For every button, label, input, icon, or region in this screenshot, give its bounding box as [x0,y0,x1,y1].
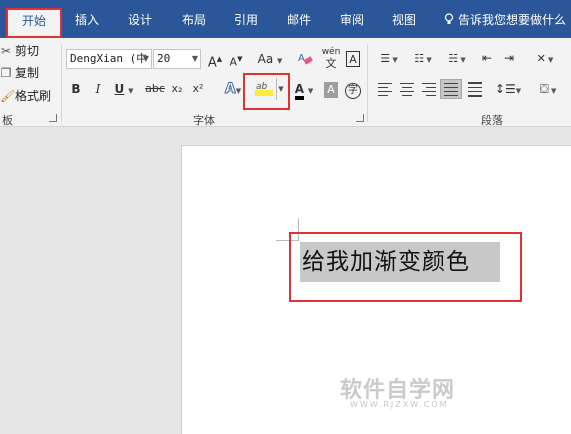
shrink-font-button[interactable]: A▼ [227,49,245,69]
copy-button[interactable]: ❐ 复制 [0,64,39,82]
cut-button[interactable]: ✂ 剪切 [0,42,39,60]
bullets-icon: ☰ [380,52,391,65]
tell-me-box[interactable]: 告诉我您想要做什么 [444,8,566,32]
highlight-dropdown[interactable]: ▼ [276,78,285,100]
eraser-icon: A [298,53,313,65]
tab-design[interactable]: 设计 [120,8,160,32]
tab-insert[interactable]: 插入 [67,8,107,32]
character-shading-button[interactable]: A [323,79,339,99]
shaded-a-icon: A [324,82,338,98]
strikethrough-button[interactable]: abc [144,79,166,99]
text-effects-button[interactable]: A▼ [220,79,246,99]
tab-home[interactable]: 开始 [8,8,60,38]
format-painter-button[interactable]: 🖌格式刷 [0,87,51,105]
group-divider [61,44,62,122]
align-right-button[interactable] [420,82,438,96]
highlighter-icon: ab [255,80,273,98]
enclosed-char-icon: 字 [345,83,361,99]
subscript-button[interactable]: x₂ [169,79,185,99]
tab-view[interactable]: 视图 [384,8,424,32]
align-center-button[interactable] [398,82,416,96]
underline-button[interactable]: U ▼ [112,79,136,99]
bold-button[interactable]: B [68,79,84,99]
phonetic-guide-button[interactable]: wén 文 [321,47,341,70]
enclose-characters-button[interactable]: 字 [344,79,362,99]
chevron-down-icon: ▼ [142,54,149,63]
italic-button[interactable]: I [90,79,106,99]
lightbulb-icon [444,13,454,24]
align-left-button[interactable] [376,82,394,96]
decrease-indent-button[interactable]: ⇤ [478,48,496,68]
line-spacing-button[interactable]: ↕☰▼ [494,79,522,99]
font-color-icon: A [294,82,305,100]
tab-references[interactable]: 引用 [226,8,266,32]
text-highlight-color-button[interactable]: ab ▼ [254,78,286,100]
tell-me-text: 告诉我您想要做什么 [458,13,567,27]
paintbrush-icon: 🖌 [0,89,16,103]
clipboard-group-label: 板 [2,114,13,127]
crop-mark [298,218,299,241]
justify-button[interactable] [440,79,462,99]
increase-indent-icon: ⇥ [503,51,515,65]
bordered-a-icon: A [346,51,360,67]
decrease-indent-icon: ⇤ [481,51,493,65]
paint-bucket-icon: ⛋ [539,82,549,96]
text-effects-icon: A [224,81,236,98]
group-divider [367,44,368,122]
numbering-icon: ☷ [414,52,425,65]
distributed-button[interactable] [466,82,484,97]
tab-layout[interactable]: 布局 [174,8,214,32]
grow-font-button[interactable]: A▲ [206,49,224,70]
paragraph-group-label: 段落 [481,114,503,127]
phonetic-char-icon: 文 [325,57,337,70]
line-spacing-icon: ↕☰ [494,82,516,96]
chevron-down-icon: ▼ [191,54,198,63]
tab-review[interactable]: 审阅 [332,8,372,32]
crop-mark [276,240,298,241]
increase-indent-button[interactable]: ⇥ [500,48,518,68]
clipboard-launcher-icon[interactable] [49,114,57,122]
character-border-button[interactable]: A [344,49,362,69]
shading-button[interactable]: ⛋ ▼ [533,79,563,99]
multilevel-list-icon: ☵ [448,52,459,65]
superscript-button[interactable]: x² [190,79,206,99]
numbering-button[interactable]: ☷ ▼ [408,48,438,68]
scissors-icon: ✂ [0,44,12,58]
selected-document-text[interactable]: 给我加渐变颜色 [300,242,500,282]
svg-text:A: A [298,53,305,64]
ribbon-tab-bar: 开始 插入 设计 布局 引用 邮件 审阅 视图 告诉我您想要做什么 [0,0,571,38]
chinese-layout-button[interactable]: ✕ ▼ [530,48,560,68]
clear-format-button[interactable]: A [296,49,314,69]
bullets-button[interactable]: ☰ ▼ [374,48,404,68]
watermark-url: WWW.RJZXW.COM [350,400,449,409]
tab-mailings[interactable]: 邮件 [279,8,319,32]
font-name-combo[interactable]: DengXian (中 ▼ [66,49,152,69]
copy-icon: ❐ [0,66,12,80]
font-color-button[interactable]: A ▼ [291,79,317,100]
change-case-button[interactable]: Aa ▼ [255,49,285,69]
font-launcher-icon[interactable] [356,114,364,122]
multilevel-list-button[interactable]: ☵ ▼ [442,48,472,68]
ribbon-home: ✂ 剪切 ❐ 复制 🖌格式刷 板 DengXian (中 ▼ 20 ▼ A▲ A▼ Aa… [0,38,571,127]
chinese-layout-icon: ✕ [536,52,546,65]
font-group-label: 字体 [193,114,215,127]
font-size-combo[interactable]: 20 ▼ [153,49,201,69]
